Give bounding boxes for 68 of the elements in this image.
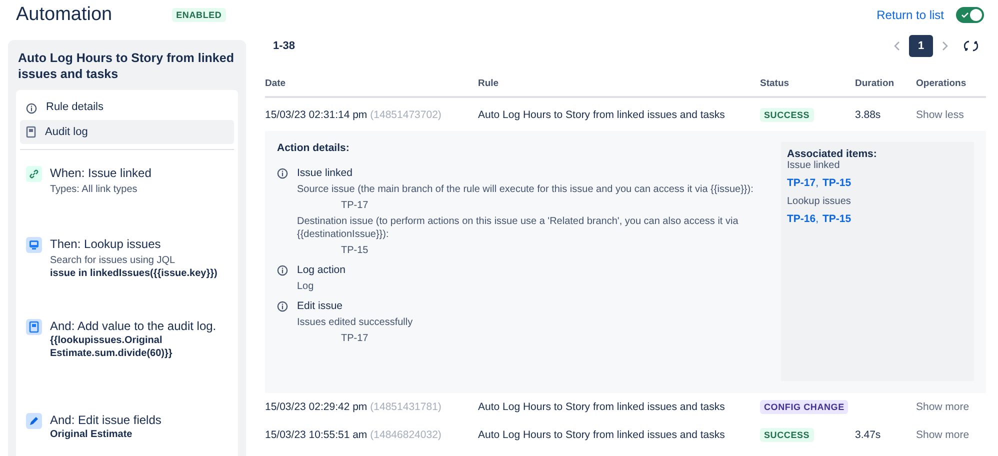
check-icon (961, 11, 969, 19)
sidebar-menu-item[interactable]: Rule details (20, 95, 234, 119)
issue-key: TP-17 (297, 332, 413, 345)
issue-link[interactable]: TP-15 (822, 177, 852, 189)
document-icon (29, 321, 39, 333)
page-button[interactable]: 1 (909, 35, 933, 57)
step-description: Search for issues using JQL (50, 254, 176, 267)
issue-link[interactable]: TP-16 (787, 213, 816, 225)
monitor-icon (29, 240, 39, 250)
action-text: Issues edited successfully (297, 316, 413, 329)
info-icon (277, 265, 288, 276)
link-icon (29, 169, 39, 179)
info-icon (277, 168, 288, 179)
status-lozenge: ENABLED (172, 8, 226, 22)
rule-cell: Auto Log Hours to Story from linked issues and tasks (478, 401, 725, 413)
issue-key: TP-17 (297, 199, 771, 212)
rule-title: Auto Log Hours to Story from linked issues and tasks (17, 50, 235, 83)
associated-heading: Associated items: (787, 148, 878, 160)
sidebar-menu-item[interactable]: Audit log (20, 120, 234, 144)
step-code: issue in linkedIssues({{issue.key}}) (50, 267, 218, 280)
action-title: Edit issue (297, 299, 344, 313)
step-title[interactable]: And: Edit issue fields (50, 413, 228, 428)
toggle-details-link[interactable]: Show more (916, 401, 970, 413)
step-title[interactable]: Then: Lookup issues (50, 237, 228, 252)
action-title: Issue linked (297, 166, 354, 180)
status-lozenge: SUCCESS (760, 108, 814, 122)
status-lozenge: SUCCESS (760, 428, 814, 442)
date-cell: 15/03/23 10:55:51 am (14846824032) (265, 429, 442, 441)
column-header: Duration (855, 78, 916, 98)
issue-link[interactable]: TP-17 (787, 177, 816, 189)
return-link[interactable]: Return to list (876, 8, 944, 22)
pencil-icon (29, 416, 39, 426)
issue-key: TP-15 (297, 244, 771, 257)
date-cell: 15/03/23 02:29:42 pm (14851431781) (265, 401, 442, 413)
step-title[interactable]: When: Issue linked (50, 166, 228, 181)
rule-cell: Auto Log Hours to Story from linked issues and tasks (478, 429, 725, 441)
toggle-details-link[interactable]: Show more (916, 429, 970, 441)
step-title[interactable]: And: Add value to the audit log. (50, 319, 228, 334)
action-title: Log action (297, 263, 346, 277)
issue-link[interactable]: TP-15 (822, 213, 852, 225)
step-code: {{lookupissues.Original Estimate.sum.divide(60)}} (50, 334, 174, 360)
step-description: Types: All link types (50, 183, 138, 196)
rule-cell: Auto Log Hours to Story from linked issues and tasks (478, 108, 725, 120)
column-header: Status (760, 78, 855, 98)
document-icon (26, 126, 36, 138)
date-cell: 15/03/23 02:31:14 pm (14851473702) (265, 108, 442, 120)
separator: , (816, 177, 819, 189)
column-header: Date (265, 78, 478, 98)
associated-label: Issue linked (787, 160, 841, 171)
page-title: Automation (16, 4, 112, 26)
duration-cell: 3.88s (855, 108, 881, 120)
info-icon (26, 102, 37, 114)
refresh-icon[interactable] (964, 39, 978, 53)
details-heading: Action details: (277, 142, 350, 154)
action-text: Log (297, 280, 315, 293)
separator: , (816, 213, 819, 225)
toggle-details-link[interactable]: Show less (916, 108, 964, 120)
associated-label: Lookup issues (787, 196, 852, 207)
step-code: Original Estimate (50, 428, 134, 441)
result-range: 1-38 (273, 40, 296, 52)
duration-cell: 3.47s (855, 429, 881, 441)
action-text: Destination issue (to perform actions on this issue use a 'Related branch', you can also access it via {{destinationIssue}}): (297, 215, 740, 241)
status-lozenge: CONFIG CHANGE (760, 400, 848, 414)
enable-toggle[interactable] (956, 7, 984, 23)
column-header: Rule (478, 78, 760, 98)
column-header: Operations (916, 78, 986, 98)
info-icon (277, 301, 288, 312)
action-text: Source issue (the main branch of the rule will execute for this issue and you can access it via {{issue}}): (297, 183, 754, 196)
